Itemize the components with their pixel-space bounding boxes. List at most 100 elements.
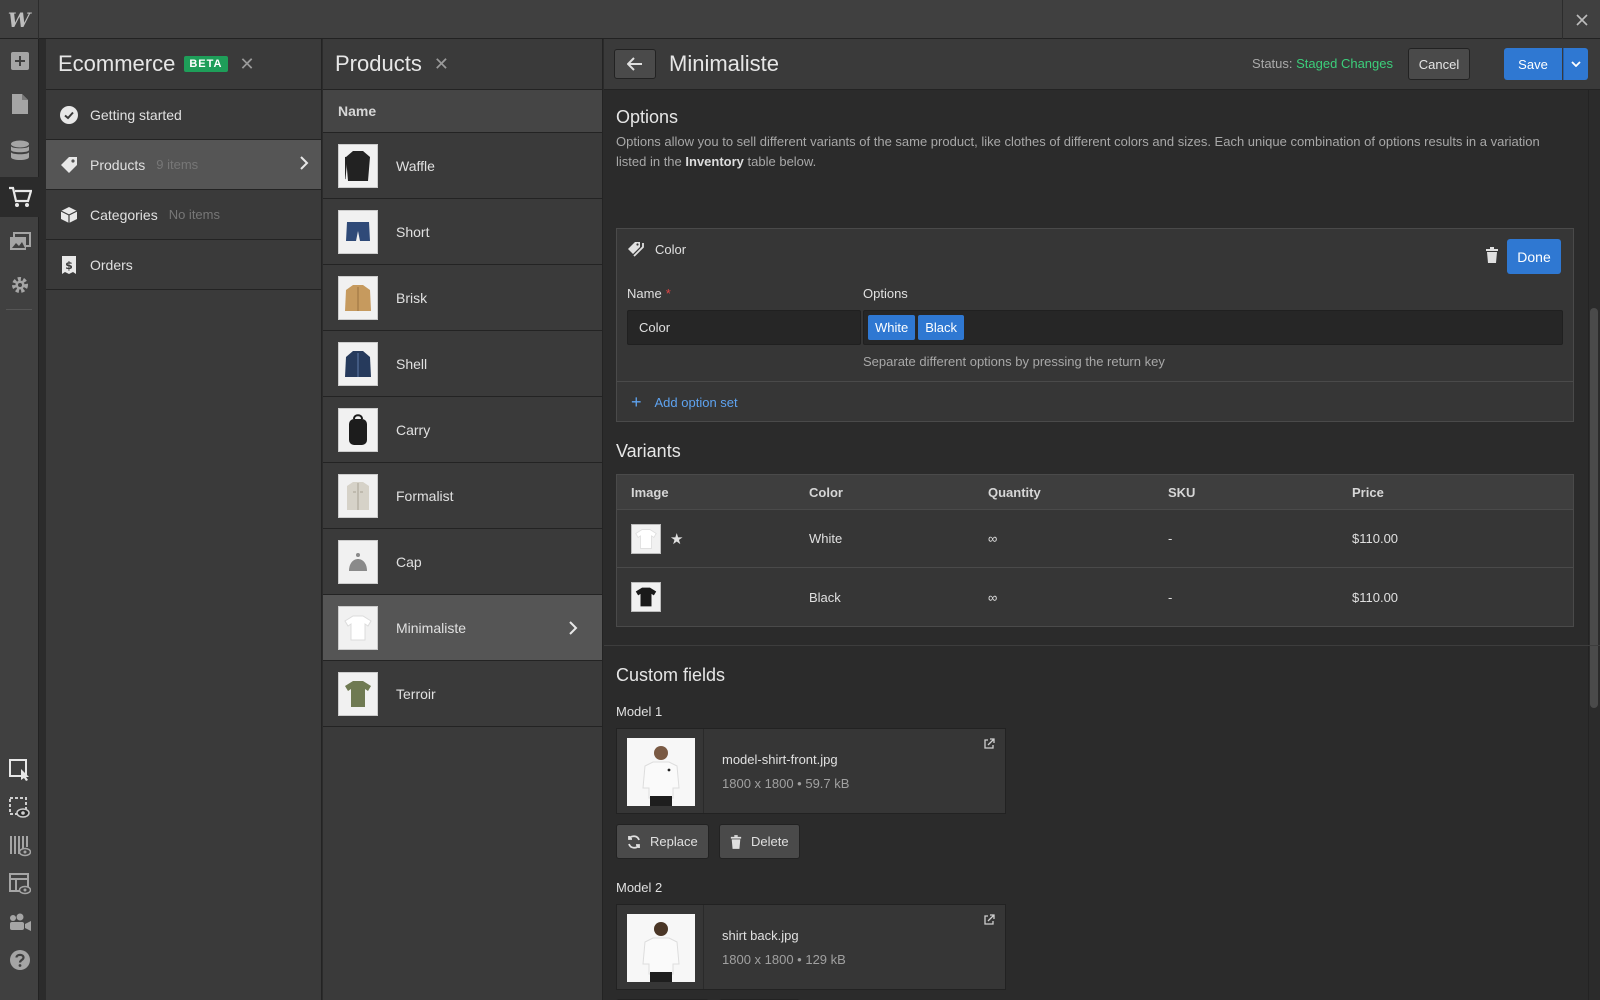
- preview-icon[interactable]: [0, 788, 39, 828]
- column-header: Quantity: [988, 484, 1041, 500]
- help-icon[interactable]: [0, 940, 39, 980]
- assets-icon[interactable]: [0, 222, 39, 262]
- close-panel-icon[interactable]: ✕: [434, 55, 449, 73]
- product-name: Cap: [396, 553, 422, 570]
- product-row-carry[interactable]: Carry: [323, 397, 602, 463]
- save-dropdown-button[interactable]: [1563, 48, 1588, 80]
- product-name: Minimaliste: [396, 619, 467, 636]
- column-header: Price: [1352, 484, 1384, 500]
- variants-heading: Variants: [616, 441, 681, 461]
- variant-image[interactable]: [631, 582, 661, 612]
- nav-item-getting-started[interactable]: Getting started: [46, 90, 321, 140]
- page-title: Minimaliste: [669, 51, 780, 76]
- table-row[interactable]: Black ∞ - $110.00: [617, 568, 1573, 626]
- back-button[interactable]: [614, 49, 656, 79]
- trash-icon[interactable]: [1485, 247, 1499, 266]
- file-meta: 1800 x 1800 • 59.7 kB: [722, 776, 850, 791]
- replace-button[interactable]: Replace: [616, 824, 709, 859]
- product-thumbnail: [338, 539, 378, 584]
- option-set-label: Color: [627, 241, 686, 257]
- custom-fields-heading: Custom fields: [616, 665, 726, 685]
- nav-item-products[interactable]: Products 9 items: [46, 140, 321, 190]
- save-button[interactable]: Save: [1504, 48, 1562, 80]
- option-name-input[interactable]: Color: [627, 310, 861, 345]
- product-name: Formalist: [396, 487, 454, 504]
- product-thumbnail: [338, 671, 378, 716]
- description-bold: Inventory: [685, 154, 744, 169]
- webflow-logo[interactable]: W: [0, 0, 39, 39]
- video-tutorials-icon[interactable]: [0, 902, 39, 942]
- add-icon[interactable]: [0, 41, 39, 81]
- column-header: Image: [631, 484, 669, 500]
- close-panel-icon[interactable]: ✕: [240, 55, 255, 73]
- required-mark: *: [665, 286, 671, 301]
- file-meta: 1800 x 1800 • 129 kB: [722, 952, 846, 967]
- variant-price: $110.00: [1352, 531, 1399, 546]
- add-option-set-label: Add option set: [654, 394, 738, 410]
- option-tag-white[interactable]: White: [868, 315, 916, 340]
- table-row[interactable]: ★ White ∞ - $110.00: [617, 510, 1573, 568]
- option-values-input[interactable]: White Black: [863, 310, 1563, 345]
- product-editor: Minimaliste Status: Staged Changes Cance…: [604, 39, 1600, 1000]
- options-hint: Separate different options by pressing t…: [863, 354, 1165, 369]
- tags-icon: [628, 242, 644, 257]
- product-row-minimaliste[interactable]: Minimaliste: [323, 595, 602, 661]
- svg-text:$: $: [65, 259, 73, 272]
- status-value: Staged Changes: [1296, 56, 1393, 71]
- thumbnail-divider: [703, 905, 704, 989]
- scrollbar-thumb[interactable]: [1590, 308, 1598, 708]
- external-link-icon[interactable]: [983, 914, 995, 929]
- done-button[interactable]: Done: [1507, 239, 1561, 274]
- trash-icon: [730, 834, 742, 849]
- external-link-icon[interactable]: [983, 738, 995, 753]
- option-tag-black[interactable]: Black: [918, 315, 965, 340]
- variant-thumbnail: [631, 582, 661, 612]
- nav-item-label: Products: [90, 156, 146, 173]
- column-header-name[interactable]: Name: [323, 90, 602, 133]
- select-element-icon[interactable]: [0, 750, 39, 790]
- products-panel-header: Products ✕: [323, 39, 602, 90]
- add-option-set-link[interactable]: + Add option set: [631, 393, 738, 411]
- product-name: Waffle: [396, 157, 435, 174]
- product-row-formalist[interactable]: Formalist: [323, 463, 602, 529]
- item-count: No items: [168, 207, 220, 222]
- close-icon[interactable]: [1562, 0, 1600, 39]
- pages-icon[interactable]: [0, 84, 39, 124]
- variant-image[interactable]: [631, 523, 661, 554]
- column-header: SKU: [1168, 484, 1196, 500]
- settings-gear-icon[interactable]: [0, 265, 39, 305]
- receipt-dollar-icon: $: [60, 255, 78, 274]
- column-header: Color: [809, 484, 843, 500]
- replace-label: Replace: [650, 834, 698, 849]
- variant-quantity: ∞: [988, 531, 998, 546]
- product-row-brisk[interactable]: Brisk: [323, 265, 602, 331]
- file-name: shirt back.jpg: [722, 928, 799, 943]
- cancel-button[interactable]: Cancel: [1408, 48, 1470, 80]
- delete-button[interactable]: Delete: [719, 824, 800, 859]
- top-bar: W: [0, 0, 1600, 39]
- product-row-waffle[interactable]: Waffle: [323, 133, 602, 199]
- ecommerce-cart-icon[interactable]: [0, 177, 39, 217]
- status-label: Status:: [1252, 56, 1293, 71]
- product-row-short[interactable]: Short: [323, 199, 602, 265]
- default-star-icon[interactable]: ★: [670, 530, 683, 548]
- option-sets-box: Color Done Name * Options Color White Bla…: [616, 228, 1574, 422]
- layout-preview-icon[interactable]: [0, 864, 39, 904]
- cms-database-icon[interactable]: [0, 131, 39, 171]
- model-2-file[interactable]: shirt back.jpg 1800 x 1800 • 129 kB: [616, 904, 1006, 990]
- nav-item-orders[interactable]: $ Orders: [46, 240, 321, 290]
- product-row-shell[interactable]: Shell: [323, 331, 602, 397]
- product-row-cap[interactable]: Cap: [323, 529, 602, 595]
- status-text: Status: Staged Changes: [1252, 56, 1393, 71]
- beta-badge: BETA: [184, 56, 228, 72]
- product-thumbnail: [338, 275, 378, 320]
- box-icon: [60, 206, 78, 224]
- product-thumbnail: [338, 341, 378, 386]
- option-set-name: Color: [655, 241, 687, 257]
- ecommerce-panel-header: Ecommerce BETA ✕: [46, 39, 321, 90]
- nav-item-categories[interactable]: Categories No items: [46, 190, 321, 240]
- responsive-view-icon[interactable]: [0, 826, 39, 866]
- section-divider: [604, 645, 1600, 646]
- product-row-terroir[interactable]: Terroir: [323, 661, 602, 727]
- model-1-file[interactable]: model-shirt-front.jpg 1800 x 1800 • 59.7…: [616, 728, 1006, 814]
